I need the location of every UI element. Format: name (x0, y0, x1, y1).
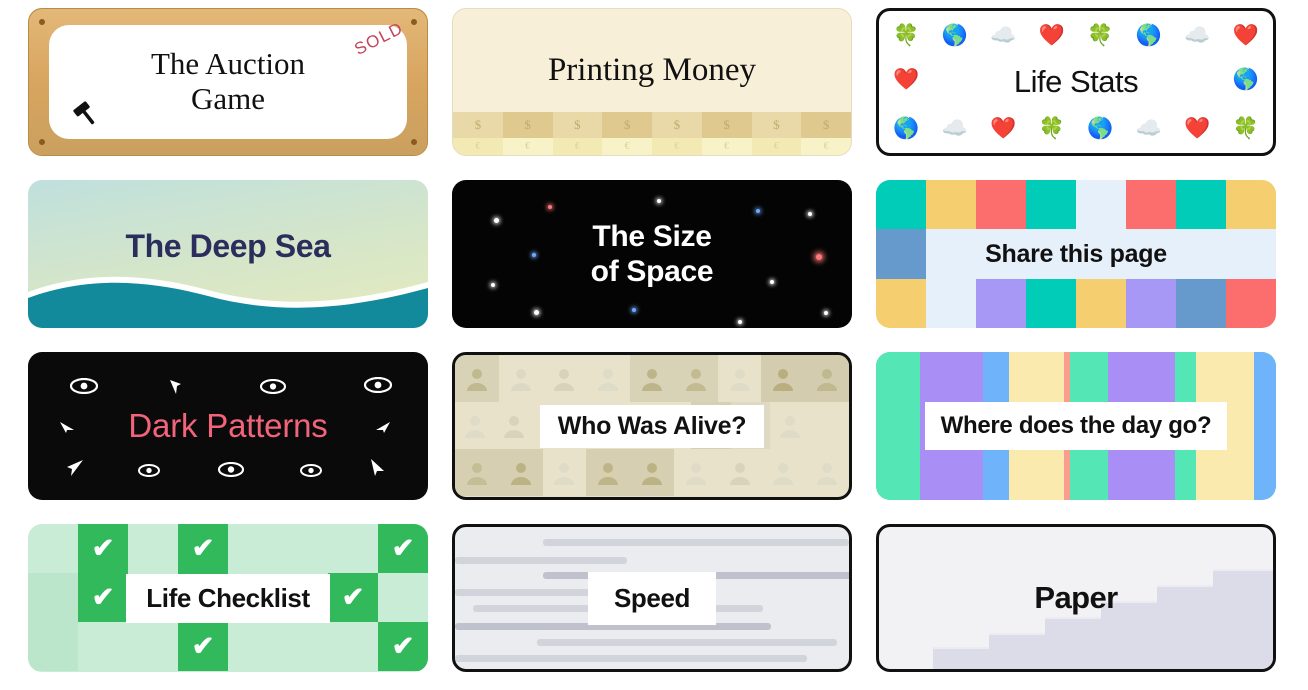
card-deep-sea[interactable]: The Deep Sea (28, 180, 428, 328)
card-title: The Auction Game (150, 46, 306, 116)
speed-title-wrap: Speed (455, 527, 849, 669)
card-title: Who Was Alive? (539, 404, 765, 448)
card-where-does-the-day-go[interactable]: Where does the day go? (876, 352, 1276, 500)
card-title: Life Checklist (126, 573, 330, 623)
alive-title-wrap: Who Was Alive? (455, 355, 849, 497)
card-title: Printing Money (547, 51, 757, 88)
card-title: The Size of Space (590, 219, 714, 288)
card-title: Dark Patterns (128, 407, 328, 444)
card-grid: The Auction Game SOLD Printing Money $ $… (0, 0, 1308, 690)
auction-title-wrap: The Auction Game (29, 9, 427, 155)
card-dark-patterns[interactable]: Dark Patterns (28, 352, 428, 500)
card-share-this-page[interactable]: Share this page (876, 180, 1276, 328)
gavel-icon (71, 98, 101, 133)
lifestats-title-wrap: Life Stats (879, 11, 1273, 153)
paper-title-wrap: Paper (879, 527, 1273, 669)
card-title: Speed (587, 571, 717, 625)
card-auction-game[interactable]: The Auction Game SOLD (28, 8, 428, 156)
card-title: Share this page (969, 233, 1183, 275)
card-size-of-space[interactable]: The Size of Space (452, 180, 852, 328)
card-title: Where does the day go? (924, 402, 1228, 450)
card-printing-money[interactable]: Printing Money $ $ $ $ $ $ $ $ € € € € €… (452, 8, 852, 156)
space-title-wrap: The Size of Space (452, 180, 852, 328)
card-title: Life Stats (1013, 64, 1139, 99)
checklist-title-wrap: Life Checklist (28, 524, 428, 672)
dark-title-wrap: Dark Patterns (28, 352, 428, 500)
share-title-wrap: Share this page (876, 180, 1276, 328)
card-who-was-alive[interactable]: Who Was Alive? (452, 352, 852, 500)
card-paper[interactable]: Paper (876, 524, 1276, 672)
speed-line (555, 669, 835, 672)
card-life-checklist[interactable]: ✔ ✔ ✔ ✔ ✔ ✔ ✔ ✔ L (28, 524, 428, 672)
card-life-stats[interactable]: 🍀 🌎 ☁️ ❤️ 🍀 🌎 ☁️ ❤️ ❤️ 🌎 🌎 ☁️ ❤️ 🍀 🌎 ☁️ … (876, 8, 1276, 156)
card-title: The Deep Sea (125, 227, 331, 264)
day-title-wrap: Where does the day go? (876, 352, 1276, 500)
card-title: Paper (1034, 580, 1118, 615)
money-title-wrap: Printing Money (453, 9, 851, 155)
card-speed[interactable]: Speed (452, 524, 852, 672)
deepsea-title-wrap: The Deep Sea (28, 180, 428, 328)
